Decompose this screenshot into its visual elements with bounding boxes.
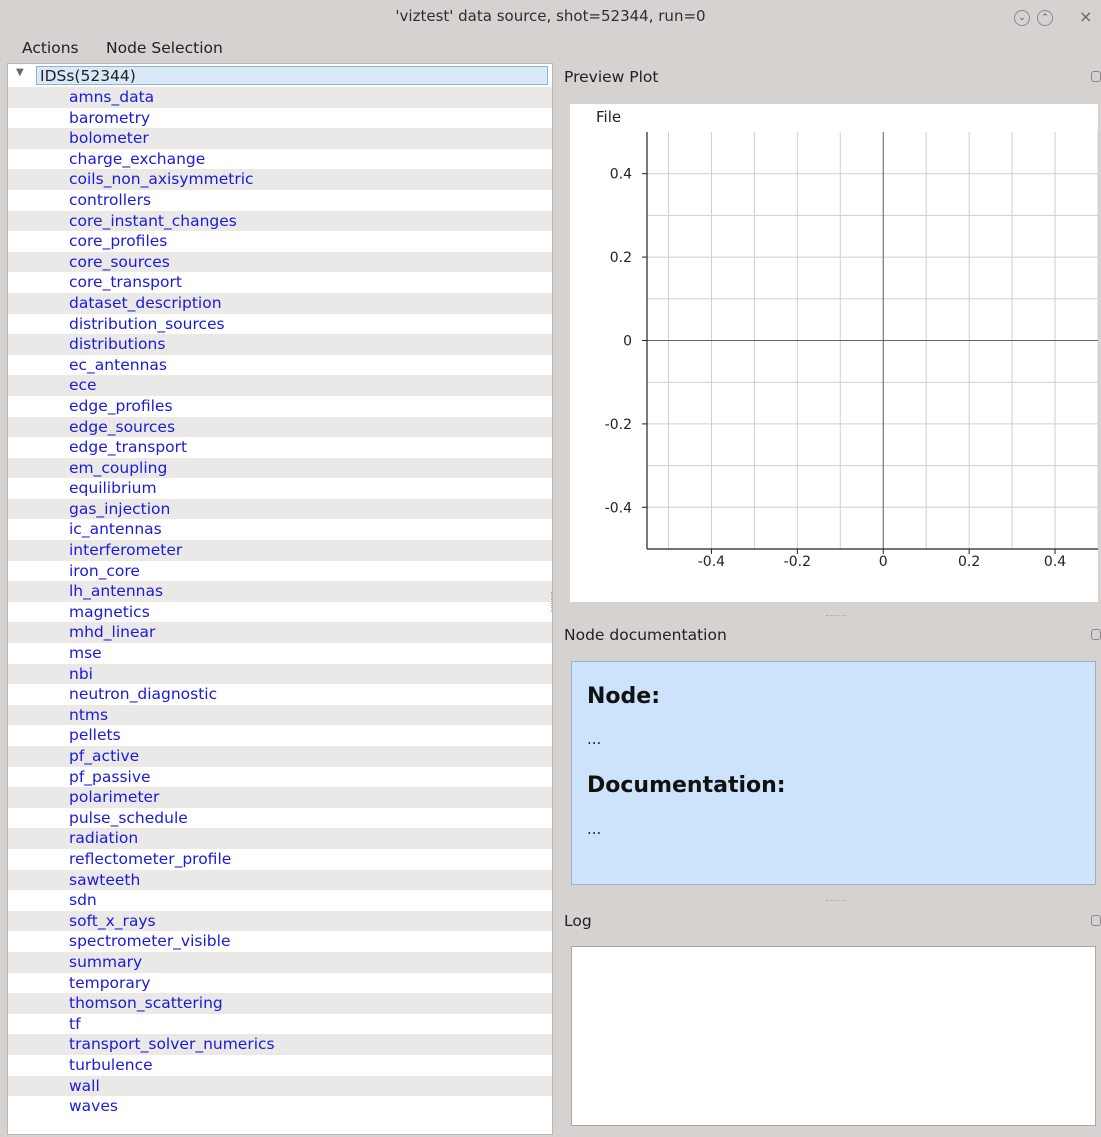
tree-item[interactable]: sawteeth bbox=[8, 869, 552, 891]
window-title: 'viztest' data source, shot=52344, run=0 bbox=[395, 7, 706, 25]
tree-item[interactable]: magnetics bbox=[8, 602, 552, 623]
tree-item[interactable]: interferometer bbox=[8, 540, 552, 561]
close-icon[interactable]: × bbox=[1079, 7, 1092, 26]
menu-node-selection[interactable]: Node Selection bbox=[106, 39, 223, 57]
tree-item[interactable]: amns_data bbox=[8, 87, 552, 108]
tree-item[interactable]: ec_antennas bbox=[8, 355, 552, 376]
tree-root[interactable]: ▼ IDSs(52344) bbox=[8, 66, 552, 86]
tree-item[interactable]: ic_antennas bbox=[8, 519, 552, 540]
tree-item[interactable]: soft_x_rays bbox=[8, 910, 552, 932]
tree-root-label[interactable]: IDSs(52344) bbox=[36, 66, 548, 85]
tree-item[interactable]: charge_exchange bbox=[8, 149, 552, 170]
node-value: ... bbox=[587, 730, 602, 748]
preview-plot-chart[interactable]: -0.4 -0.2 0 0.2 0.4 0.4 0.2 0 -0.2 -0.4 bbox=[570, 104, 1098, 602]
tree-item[interactable]: em_coupling bbox=[8, 457, 552, 479]
y-tick-label: 0 bbox=[623, 334, 632, 350]
tree-item[interactable]: barometry bbox=[8, 108, 552, 129]
x-tick-label: 0.2 bbox=[958, 554, 980, 570]
tree-item[interactable]: ece bbox=[8, 375, 552, 396]
log-output[interactable] bbox=[571, 946, 1096, 1126]
menu-actions[interactable]: Actions bbox=[22, 39, 79, 57]
tree-item[interactable]: mse bbox=[8, 643, 552, 664]
y-tick-label: 0.2 bbox=[610, 250, 632, 266]
ids-tree[interactable]: ▼ IDSs(52344) amns_data barometry bolomete… bbox=[7, 63, 553, 1135]
y-tick-label: -0.4 bbox=[605, 500, 632, 516]
tree-item[interactable]: distribution_sources bbox=[8, 314, 552, 335]
tree-item[interactable]: radiation bbox=[8, 828, 552, 849]
tree-item[interactable]: transport_solver_numerics bbox=[8, 1034, 552, 1055]
tree-item[interactable]: pf_passive bbox=[8, 767, 552, 788]
maximize-icon[interactable]: ⌃ bbox=[1037, 10, 1053, 26]
tree-item[interactable]: mhd_linear bbox=[8, 622, 552, 644]
expand-toggle-icon[interactable]: ▼ bbox=[16, 67, 24, 78]
x-tick-label: -0.2 bbox=[784, 554, 811, 570]
preview-plot-area[interactable]: File -0.4 -0.2 0 0.2 0.4 0.4 0.2 0 -0.2 -0.4 bbox=[570, 104, 1098, 602]
minimize-icon[interactable]: ⌄ bbox=[1014, 10, 1030, 26]
tree-item[interactable]: coils_non_axisymmetric bbox=[8, 169, 552, 190]
tree-item[interactable]: reflectometer_profile bbox=[8, 849, 552, 870]
tree-item[interactable]: core_transport bbox=[8, 272, 552, 293]
tree-item[interactable]: edge_transport bbox=[8, 437, 552, 458]
tree-item[interactable]: sdn bbox=[8, 890, 552, 911]
menubar: Actions Node Selection bbox=[0, 36, 1101, 62]
node-heading: Node: bbox=[587, 684, 660, 709]
tree-item[interactable]: nbi bbox=[8, 663, 552, 685]
tree-item[interactable]: temporary bbox=[8, 973, 552, 994]
tree-item[interactable]: gas_injection bbox=[8, 498, 552, 520]
tree-item[interactable]: edge_profiles bbox=[8, 396, 552, 417]
vertical-splitter-handle[interactable] bbox=[551, 592, 558, 612]
node-documentation-box: Node: ... Documentation: ... bbox=[571, 661, 1096, 885]
tree-item[interactable]: wall bbox=[8, 1075, 552, 1097]
tree-item[interactable]: pulse_schedule bbox=[8, 808, 552, 829]
tree-item-list: amns_data barometry bolometer charge_exchan… bbox=[8, 87, 552, 1117]
tree-item[interactable]: neutron_diagnostic bbox=[8, 684, 552, 705]
x-tick-label: -0.4 bbox=[698, 554, 725, 570]
float-dock-icon[interactable] bbox=[1091, 71, 1101, 82]
tree-item[interactable]: iron_core bbox=[8, 561, 552, 582]
tree-item[interactable]: lh_antennas bbox=[8, 581, 552, 602]
float-dock-icon[interactable] bbox=[1091, 915, 1101, 926]
tree-item[interactable]: spectrometer_visible bbox=[8, 931, 552, 952]
tree-item[interactable]: ntms bbox=[8, 704, 552, 726]
tree-item[interactable]: edge_sources bbox=[8, 416, 552, 438]
node-documentation-title: Node documentation bbox=[564, 626, 727, 644]
x-tick-label: 0.4 bbox=[1044, 554, 1066, 570]
y-tick-label: 0.4 bbox=[610, 167, 632, 183]
documentation-value: ... bbox=[587, 820, 602, 838]
preview-plot-title: Preview Plot bbox=[564, 68, 659, 86]
y-tick-label: -0.2 bbox=[605, 417, 632, 433]
horizontal-splitter-handle[interactable] bbox=[826, 615, 846, 618]
window-titlebar: 'viztest' data source, shot=52344, run=0… bbox=[0, 0, 1101, 36]
tree-item[interactable]: summary bbox=[8, 951, 552, 973]
tree-item[interactable]: core_sources bbox=[8, 251, 552, 273]
documentation-heading: Documentation: bbox=[587, 773, 786, 798]
x-tick-label: 0 bbox=[879, 554, 888, 570]
tree-item[interactable]: equilibrium bbox=[8, 478, 552, 499]
tree-item[interactable]: bolometer bbox=[8, 128, 552, 149]
tree-item[interactable]: pellets bbox=[8, 725, 552, 746]
tree-item[interactable]: dataset_description bbox=[8, 292, 552, 314]
tree-item[interactable]: turbulence bbox=[8, 1055, 552, 1076]
log-title: Log bbox=[564, 912, 592, 930]
tree-item[interactable]: thomson_scattering bbox=[8, 993, 552, 1014]
tree-item[interactable]: core_profiles bbox=[8, 231, 552, 252]
tree-item[interactable]: pf_active bbox=[8, 746, 552, 767]
tree-item[interactable]: distributions bbox=[8, 334, 552, 355]
tree-item[interactable]: polarimeter bbox=[8, 787, 552, 808]
float-dock-icon[interactable] bbox=[1091, 629, 1101, 640]
horizontal-splitter-handle[interactable] bbox=[826, 900, 846, 903]
tree-item[interactable]: tf bbox=[8, 1014, 552, 1035]
tree-item[interactable]: controllers bbox=[8, 190, 552, 211]
tree-item[interactable]: core_instant_changes bbox=[8, 210, 552, 232]
tree-item[interactable]: waves bbox=[8, 1096, 552, 1117]
